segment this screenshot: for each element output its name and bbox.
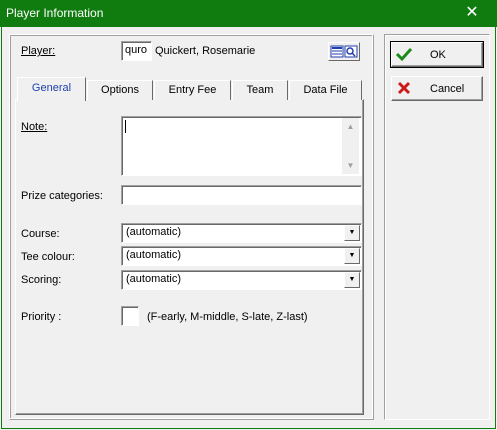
prize-categories-label: Prize categories: (21, 190, 103, 202)
cancel-button[interactable]: Cancel (391, 76, 483, 101)
cancel-label: Cancel (430, 83, 465, 95)
player-lookup-button[interactable] (328, 42, 360, 61)
course-label: Course: (21, 228, 60, 240)
player-code-input[interactable]: quro (121, 41, 152, 61)
priority-hint: (F-early, M-middle, S-late, Z-last) (147, 311, 308, 323)
tab-options[interactable]: Options (87, 80, 153, 100)
course-value: (automatic) (126, 226, 182, 238)
priority-input[interactable] (121, 306, 139, 326)
window-title: Player Information (6, 6, 104, 20)
tee-colour-value: (automatic) (126, 249, 182, 261)
scoring-select[interactable]: (automatic) ▼ (121, 270, 362, 290)
scroll-up-icon[interactable]: ▲ (342, 118, 359, 135)
chevron-down-icon[interactable]: ▼ (344, 225, 360, 241)
note-label: Note: (21, 121, 47, 133)
chevron-down-icon[interactable]: ▼ (344, 248, 360, 264)
text-caret (125, 120, 126, 133)
note-textarea[interactable] (121, 116, 362, 176)
tab-entry-fee[interactable]: Entry Fee (154, 80, 231, 100)
prize-categories-input[interactable] (121, 185, 362, 205)
tee-colour-label: Tee colour: (21, 251, 75, 263)
scoring-label: Scoring: (21, 274, 62, 286)
scroll-down-icon[interactable]: ▼ (342, 157, 359, 174)
player-name: Quickert, Rosemarie (155, 45, 256, 57)
priority-label: Priority : (21, 311, 62, 323)
close-icon[interactable]: ✕ (462, 3, 482, 23)
tab-general[interactable]: General (17, 77, 86, 101)
ok-button[interactable]: OK (390, 41, 484, 68)
player-label-text: Player: (21, 45, 56, 57)
cross-icon (397, 81, 411, 95)
course-select[interactable]: (automatic) ▼ (121, 223, 362, 243)
ok-label: OK (430, 49, 446, 61)
note-scrollbar[interactable]: ▲ ▼ (342, 118, 359, 174)
tab-data-file[interactable]: Data File (289, 80, 362, 100)
checkmark-icon (395, 47, 413, 62)
scoring-value: (automatic) (126, 273, 182, 285)
tee-colour-select[interactable]: (automatic) ▼ (121, 246, 362, 266)
search-list-icon (330, 45, 358, 58)
tab-team[interactable]: Team (232, 80, 288, 100)
note-label-text: Note: (21, 121, 48, 133)
chevron-down-icon[interactable]: ▼ (344, 272, 360, 288)
player-label: Player: (21, 45, 55, 57)
